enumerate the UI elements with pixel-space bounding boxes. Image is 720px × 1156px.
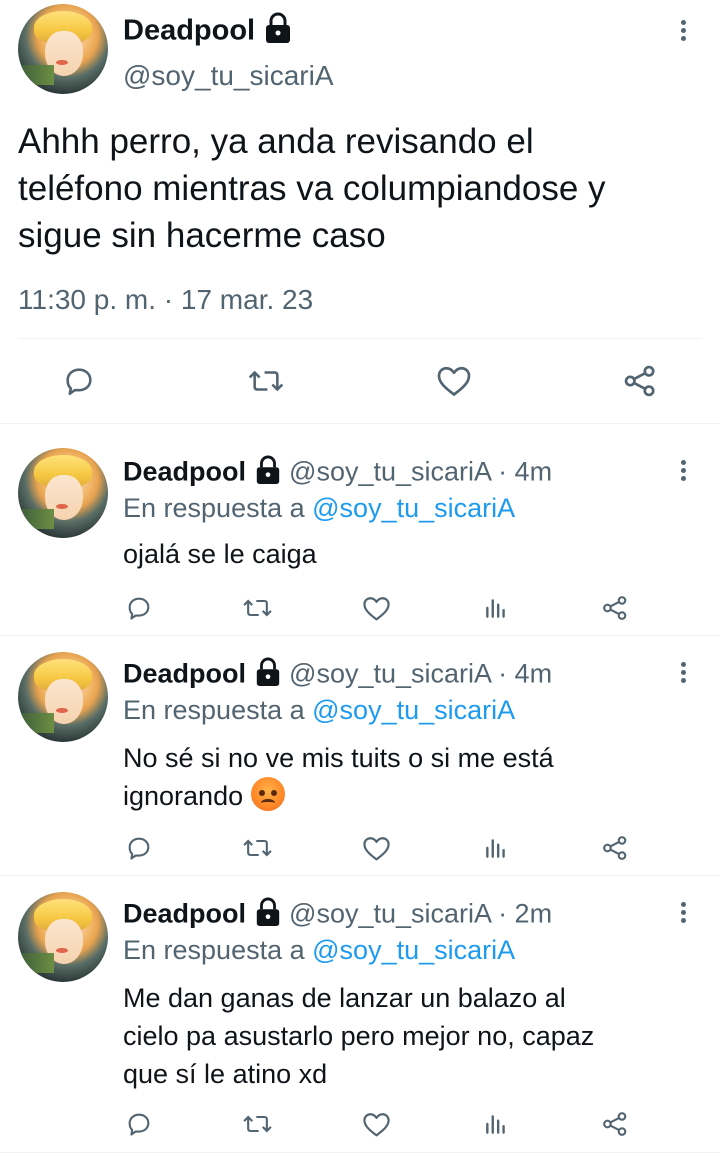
tweet-text: Ahhh perro, ya anda revisando el teléfon… <box>18 118 718 259</box>
tweet-age: · 4m <box>498 456 553 487</box>
reply-prefix: En respuesta a <box>123 695 305 725</box>
tweet-text-line: cielo pa asustarlo pero mejor no, capaz <box>123 1021 595 1051</box>
divider <box>0 875 720 876</box>
author-handle[interactable]: @soy_tu_sicariA <box>289 457 491 487</box>
more-options-icon[interactable] <box>680 662 686 686</box>
reply-to-link[interactable]: @soy_tu_sicariA <box>312 695 515 725</box>
angry-face-emoji <box>250 777 285 811</box>
share-icon[interactable] <box>622 363 658 399</box>
reply-prefix: En respuesta a <box>123 935 305 965</box>
divider <box>0 635 720 636</box>
reply-icon[interactable] <box>125 834 153 862</box>
tweet-age: · 2m <box>498 898 553 929</box>
share-icon[interactable] <box>601 834 629 862</box>
analytics-icon[interactable] <box>483 1111 509 1137</box>
retweet-icon[interactable] <box>242 594 273 622</box>
reply-header: Deadpool @soy_tu_sicariA · 4m <box>123 455 552 492</box>
tweet-text: ojalá se le caiga <box>123 535 703 573</box>
reply-prefix: En respuesta a <box>123 493 305 523</box>
author-handle[interactable]: @soy_tu_sicariA <box>289 899 491 929</box>
reply-context: En respuesta a @soy_tu_sicariA <box>123 935 515 966</box>
lock-icon <box>263 12 293 52</box>
reply-header: Deadpool @soy_tu_sicariA · 2m <box>123 897 552 934</box>
reply-icon[interactable] <box>125 594 153 622</box>
tweet-text-line: teléfono mientras va columpiandose y <box>18 169 606 208</box>
author-handle[interactable]: @soy_tu_sicariA <box>289 659 491 689</box>
retweet-icon[interactable] <box>247 364 285 398</box>
author-name[interactable]: Deadpool <box>123 659 246 689</box>
tweet-text-line: ignorando <box>123 781 244 811</box>
tweet-text: Me dan ganas de lanzar un balazo al ciel… <box>123 979 703 1093</box>
author-name[interactable]: Deadpool <box>123 457 246 487</box>
tweet-text-line: que sí le atino xd <box>123 1059 328 1089</box>
avatar[interactable] <box>18 652 108 742</box>
reply-to-link[interactable]: @soy_tu_sicariA <box>312 493 515 523</box>
share-icon[interactable] <box>601 594 629 622</box>
like-icon[interactable] <box>362 835 391 862</box>
reply-header: Deadpool @soy_tu_sicariA · 4m <box>123 657 552 694</box>
tweet-text-line: ojalá se le caiga <box>123 539 317 569</box>
more-options-icon[interactable] <box>680 902 686 926</box>
avatar[interactable] <box>18 448 108 538</box>
lock-icon <box>254 455 282 492</box>
author-name[interactable]: Deadpool <box>123 899 246 929</box>
retweet-icon[interactable] <box>242 834 273 862</box>
lock-icon <box>254 657 282 694</box>
avatar[interactable] <box>18 4 108 94</box>
author-name-text[interactable]: Deadpool <box>123 15 255 47</box>
retweet-icon[interactable] <box>242 1110 273 1138</box>
author-name[interactable]: Deadpool <box>123 12 293 52</box>
reply-context: En respuesta a @soy_tu_sicariA <box>123 695 515 726</box>
avatar[interactable] <box>18 892 108 982</box>
tweet-text: No sé si no ve mis tuits o si me está ig… <box>123 739 703 815</box>
tweet-text-line: Ahhh perro, ya anda revisando el <box>18 122 534 161</box>
tweet-timestamp[interactable]: 11:30 p. m. · 17 mar. 23 <box>18 284 313 316</box>
share-icon[interactable] <box>601 1110 629 1138</box>
tweet-text-line: No sé si no ve mis tuits o si me está <box>123 743 554 773</box>
divider <box>18 338 702 339</box>
like-icon[interactable] <box>362 595 391 622</box>
author-handle[interactable]: @soy_tu_sicariA <box>123 60 334 92</box>
tweet-age: · 4m <box>498 658 553 689</box>
tweet-text-line-with-emoji: ignorando <box>123 777 703 815</box>
more-options-icon[interactable] <box>680 460 686 484</box>
reply-icon[interactable] <box>125 1110 153 1138</box>
more-options-icon[interactable] <box>680 20 686 44</box>
reply-icon[interactable] <box>62 364 96 398</box>
like-icon[interactable] <box>362 1111 391 1138</box>
divider <box>0 1152 720 1153</box>
tweet-text-line: sigue sin hacerme caso <box>18 216 386 255</box>
divider <box>0 423 720 424</box>
tweet-text-line: Me dan ganas de lanzar un balazo al <box>123 983 566 1013</box>
lock-icon <box>254 897 282 934</box>
reply-to-link[interactable]: @soy_tu_sicariA <box>312 935 515 965</box>
analytics-icon[interactable] <box>483 595 509 621</box>
reply-context: En respuesta a @soy_tu_sicariA <box>123 493 515 524</box>
like-icon[interactable] <box>436 364 472 398</box>
analytics-icon[interactable] <box>483 835 509 861</box>
